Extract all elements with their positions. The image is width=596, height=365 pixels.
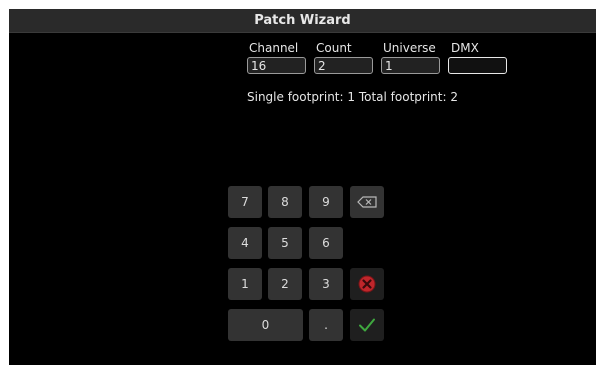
- patch-wizard-window: Patch Wizard Channel Count Universe DMX …: [9, 9, 596, 365]
- count-label: Count: [316, 41, 352, 55]
- key-1[interactable]: 1: [228, 268, 262, 300]
- cancel-button[interactable]: [350, 268, 384, 300]
- backspace-button[interactable]: [350, 186, 384, 218]
- universe-label: Universe: [383, 41, 436, 55]
- dmx-label: DMX: [451, 41, 479, 55]
- universe-input[interactable]: [381, 57, 440, 74]
- key-0[interactable]: 0: [228, 309, 303, 341]
- key-5[interactable]: 5: [268, 227, 302, 259]
- title-bar: Patch Wizard: [9, 9, 596, 33]
- key-7[interactable]: 7: [228, 186, 262, 218]
- dmx-input[interactable]: [448, 57, 507, 74]
- footprint-summary: Single footprint: 1 Total footprint: 2: [247, 90, 458, 104]
- count-input[interactable]: [314, 57, 373, 74]
- window-title: Patch Wizard: [254, 13, 351, 28]
- key-6[interactable]: 6: [309, 227, 343, 259]
- key-9[interactable]: 9: [309, 186, 343, 218]
- channel-input[interactable]: [247, 57, 306, 74]
- confirm-button[interactable]: [350, 309, 384, 341]
- key-8[interactable]: 8: [268, 186, 302, 218]
- key-2[interactable]: 2: [268, 268, 302, 300]
- channel-label: Channel: [249, 41, 299, 55]
- key-3[interactable]: 3: [309, 268, 343, 300]
- key-decimal[interactable]: .: [309, 309, 343, 341]
- key-4[interactable]: 4: [228, 227, 262, 259]
